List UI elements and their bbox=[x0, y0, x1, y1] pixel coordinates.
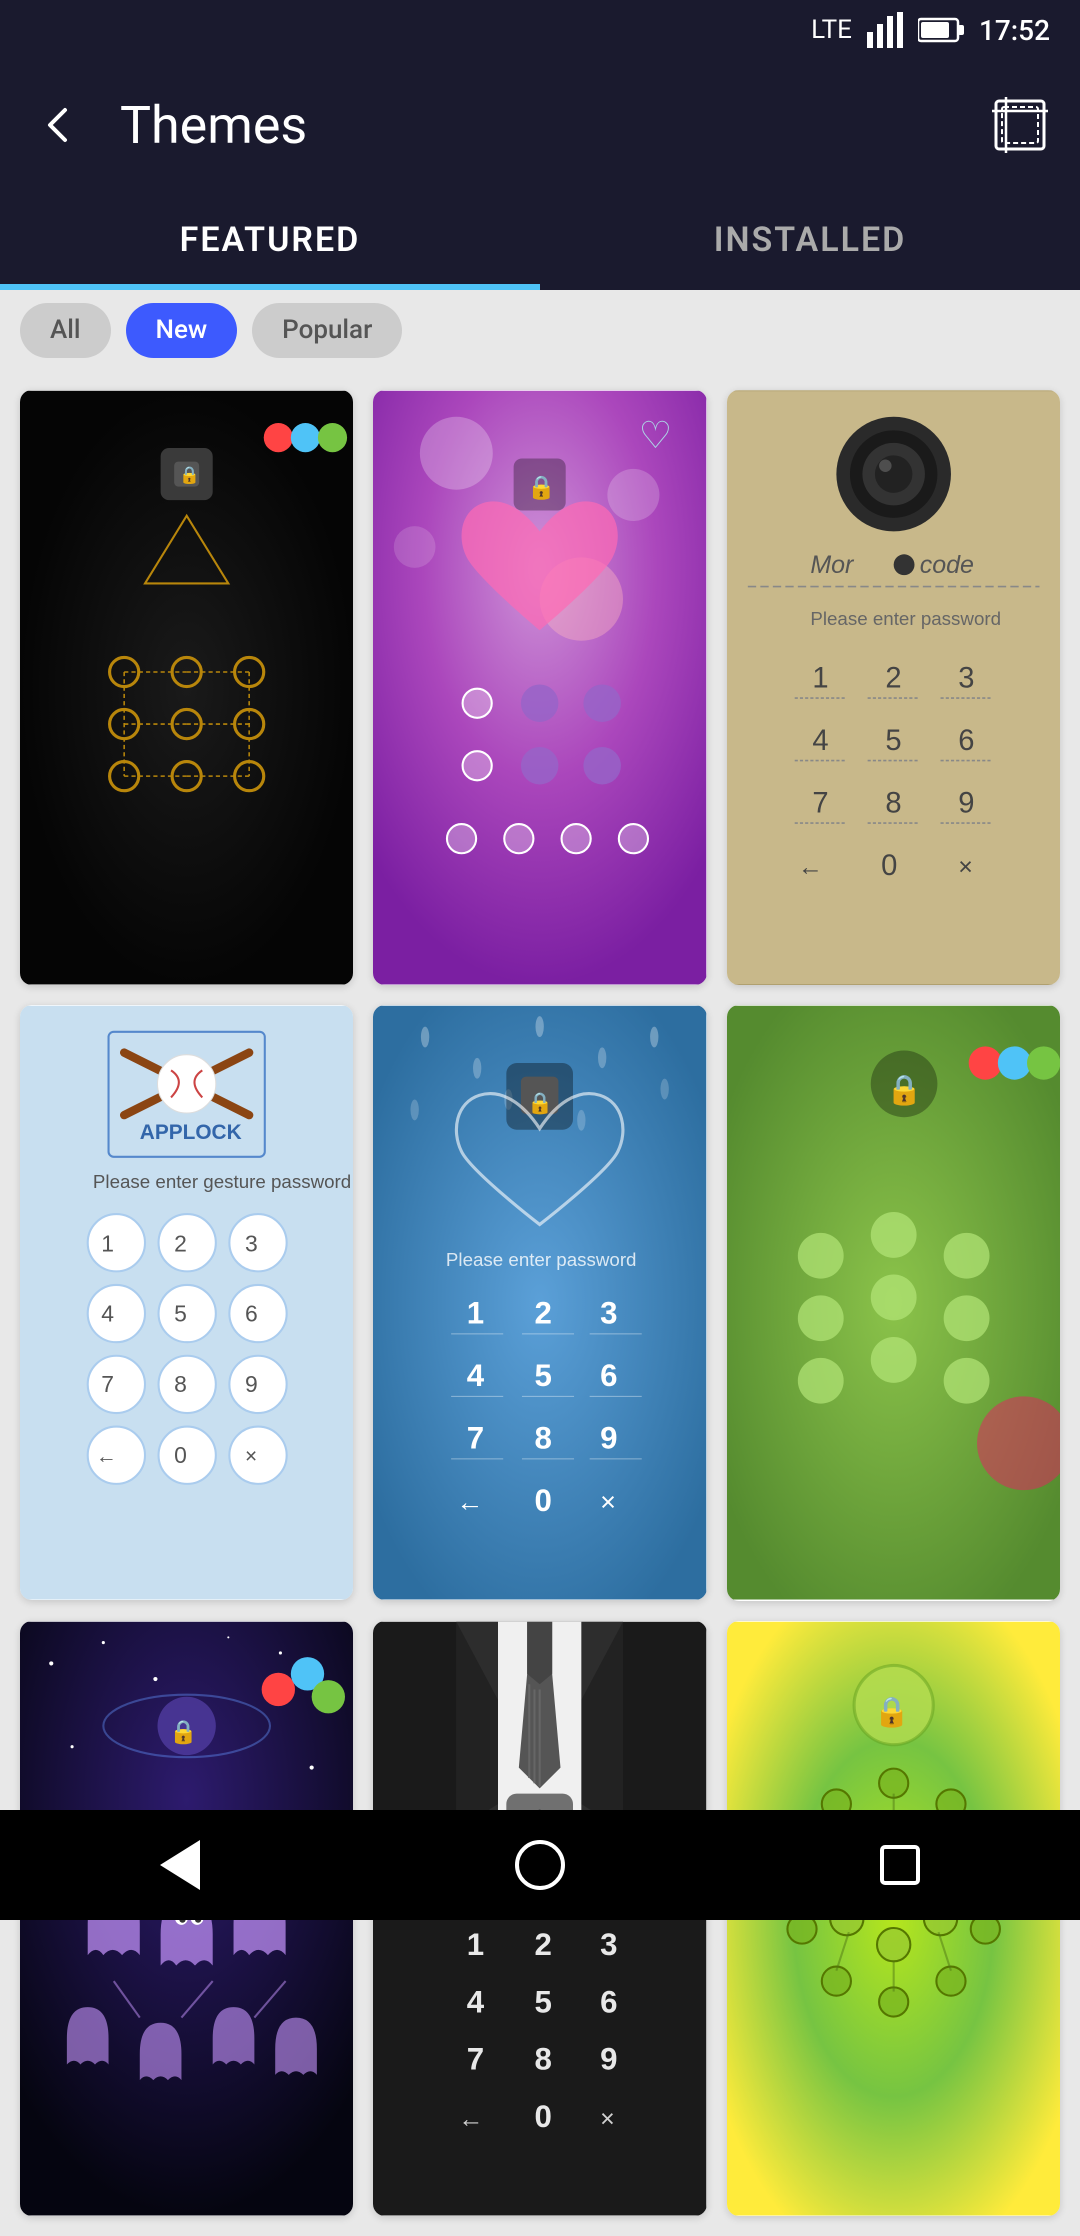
svg-text:←: ← bbox=[797, 853, 822, 881]
filter-all-label: All bbox=[50, 315, 81, 345]
svg-text:×: × bbox=[958, 853, 973, 881]
svg-text:4: 4 bbox=[101, 1301, 114, 1327]
theme-card-4[interactable]: APPLOCK Please enter gesture password 1 … bbox=[20, 1005, 353, 1600]
svg-text:9: 9 bbox=[245, 1371, 258, 1397]
svg-text:←: ← bbox=[96, 1445, 117, 1468]
svg-text:9: 9 bbox=[958, 788, 974, 820]
tab-installed-label: INSTALLED bbox=[714, 220, 907, 260]
svg-text:←: ← bbox=[459, 2104, 484, 2132]
svg-text:8: 8 bbox=[885, 788, 901, 820]
crop-icon-button[interactable] bbox=[990, 95, 1050, 155]
svg-text:0: 0 bbox=[535, 1483, 552, 1518]
svg-text:2: 2 bbox=[174, 1231, 187, 1257]
svg-text:1: 1 bbox=[101, 1231, 114, 1257]
svg-text:6: 6 bbox=[600, 1358, 617, 1393]
svg-text:Please enter password: Please enter password bbox=[810, 608, 1001, 629]
svg-text:3: 3 bbox=[245, 1231, 258, 1257]
svg-text:←: ← bbox=[457, 1486, 484, 1517]
nav-back-button[interactable] bbox=[140, 1825, 220, 1905]
svg-text:5: 5 bbox=[885, 725, 901, 757]
tabs-container: FEATURED INSTALLED bbox=[0, 190, 1080, 290]
svg-text:Please enter gesture password: Please enter gesture password bbox=[93, 1171, 351, 1192]
svg-text:7: 7 bbox=[467, 2041, 484, 2076]
back-nav-icon bbox=[160, 1840, 200, 1890]
filter-row: All New Popular bbox=[0, 290, 1080, 370]
time-display: 17:52 bbox=[979, 14, 1050, 47]
svg-text:♡: ♡ bbox=[639, 414, 673, 456]
svg-text:🔒: 🔒 bbox=[527, 1092, 553, 1115]
svg-text:7: 7 bbox=[101, 1371, 114, 1397]
svg-text:4: 4 bbox=[812, 725, 828, 757]
svg-text:8: 8 bbox=[535, 1421, 552, 1456]
svg-text:Mor: Mor bbox=[810, 551, 855, 579]
svg-text:7: 7 bbox=[467, 1421, 484, 1456]
svg-text:🔒: 🔒 bbox=[886, 1075, 922, 1107]
svg-text:4: 4 bbox=[467, 1984, 485, 2019]
svg-text:Please enter password: Please enter password bbox=[446, 1249, 637, 1270]
theme-card-3[interactable]: Mor code Please enter password 1 2 3 4 5… bbox=[727, 390, 1060, 985]
svg-text:4: 4 bbox=[467, 1358, 485, 1393]
svg-text:1: 1 bbox=[812, 663, 828, 695]
svg-text:🔒: 🔒 bbox=[169, 1718, 198, 1745]
filter-popular[interactable]: Popular bbox=[252, 303, 402, 358]
filter-new-label: New bbox=[156, 315, 208, 345]
svg-text:3: 3 bbox=[958, 663, 974, 695]
battery-icon bbox=[918, 17, 964, 43]
svg-text:3: 3 bbox=[600, 1927, 617, 1962]
svg-text:0: 0 bbox=[881, 850, 897, 882]
svg-text:9: 9 bbox=[600, 2041, 617, 2076]
svg-text:8: 8 bbox=[535, 2041, 552, 2076]
svg-text:6: 6 bbox=[245, 1301, 258, 1327]
tab-installed[interactable]: INSTALLED bbox=[540, 190, 1080, 290]
svg-text:1: 1 bbox=[467, 1927, 484, 1962]
svg-text:🔒: 🔒 bbox=[179, 465, 200, 484]
filter-all[interactable]: All bbox=[20, 303, 111, 358]
svg-text:1: 1 bbox=[467, 1296, 484, 1331]
svg-text:APPLOCK: APPLOCK bbox=[140, 1121, 242, 1144]
recent-nav-icon bbox=[880, 1845, 920, 1885]
svg-text:🔒: 🔒 bbox=[527, 474, 556, 501]
svg-text:2: 2 bbox=[535, 1296, 552, 1331]
svg-text:6: 6 bbox=[600, 1984, 617, 2019]
filter-new[interactable]: New bbox=[126, 303, 238, 358]
theme-card-5[interactable]: 🔒 Please enter password 1 2 3 4 5 6 7 8 … bbox=[373, 1005, 706, 1600]
svg-text:5: 5 bbox=[535, 1358, 552, 1393]
svg-text:code: code bbox=[919, 551, 973, 579]
svg-text:5: 5 bbox=[535, 1984, 552, 2019]
svg-text:7: 7 bbox=[812, 788, 828, 820]
svg-text:2: 2 bbox=[535, 1927, 552, 1962]
status-icons: LTE 17:52 bbox=[811, 12, 1050, 48]
svg-text:3: 3 bbox=[600, 1296, 617, 1331]
bottom-navigation bbox=[0, 1810, 1080, 1920]
svg-text:🔒: 🔒 bbox=[874, 1696, 910, 1728]
signal-icon bbox=[867, 12, 903, 48]
svg-text:×: × bbox=[600, 2104, 615, 2132]
network-indicator: LTE bbox=[811, 15, 852, 45]
svg-text:9: 9 bbox=[600, 1421, 617, 1456]
themes-grid: 🔒 bbox=[0, 370, 1080, 2236]
theme-card-1[interactable]: 🔒 bbox=[20, 390, 353, 985]
nav-home-button[interactable] bbox=[500, 1825, 580, 1905]
svg-text:5: 5 bbox=[174, 1301, 187, 1327]
svg-text:6: 6 bbox=[958, 725, 974, 757]
theme-card-2[interactable]: ♡ 🔒 bbox=[373, 390, 706, 985]
tab-featured-label: FEATURED bbox=[180, 220, 361, 260]
filter-popular-label: Popular bbox=[282, 315, 372, 345]
nav-recent-button[interactable] bbox=[860, 1825, 940, 1905]
svg-text:×: × bbox=[600, 1486, 616, 1517]
page-title: Themes bbox=[120, 95, 960, 156]
svg-text:0: 0 bbox=[174, 1442, 187, 1468]
svg-text:8: 8 bbox=[174, 1371, 187, 1397]
header: Themes bbox=[0, 60, 1080, 190]
theme-card-6[interactable]: 🔒 bbox=[727, 1005, 1060, 1600]
home-nav-icon bbox=[515, 1840, 565, 1890]
back-button[interactable] bbox=[30, 95, 90, 155]
status-bar: LTE 17:52 bbox=[0, 0, 1080, 60]
svg-text:2: 2 bbox=[885, 663, 901, 695]
svg-text:×: × bbox=[245, 1445, 257, 1468]
tab-featured[interactable]: FEATURED bbox=[0, 190, 540, 290]
svg-text:0: 0 bbox=[535, 2098, 552, 2133]
